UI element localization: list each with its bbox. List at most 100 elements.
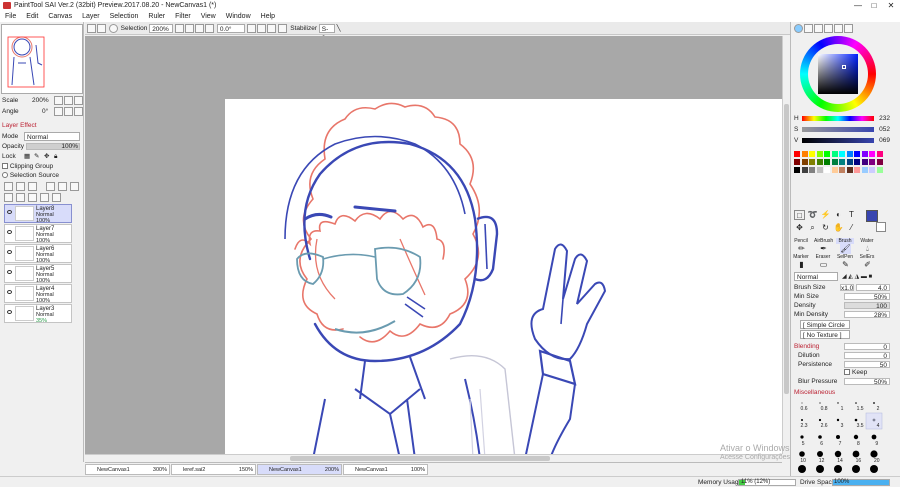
layer-properties-icon[interactable]: [52, 193, 61, 202]
color-palette[interactable]: [794, 151, 886, 196]
apply-mask-icon[interactable]: [16, 193, 25, 202]
water-icon[interactable]: 💧︎: [862, 244, 873, 254]
layer-item-layer3[interactable]: Layer3 Normal 35%: [4, 304, 72, 324]
palette-swatch[interactable]: [854, 159, 860, 165]
vertical-scrollbar[interactable]: [782, 36, 790, 454]
palette-swatch[interactable]: [794, 159, 800, 165]
palette-swatch[interactable]: [876, 159, 883, 165]
preset-size[interactable]: 2: [877, 406, 880, 412]
layer-item-layer6[interactable]: Layer6 Normal 100%: [4, 244, 72, 264]
stabilizer-field[interactable]: S-2: [318, 23, 335, 42]
palette-swatch[interactable]: [861, 167, 868, 173]
mode-select[interactable]: Normal: [24, 132, 80, 141]
zoom-icon[interactable]: ⌕: [807, 223, 818, 233]
brush-edge-icons[interactable]: ◢ ◭ ◮ ▬ ■: [842, 273, 872, 282]
palette-swatch[interactable]: [801, 151, 808, 157]
document-tab[interactable]: NewCanvas1 100%: [343, 464, 428, 475]
menu-filter[interactable]: Filter: [170, 11, 196, 22]
brush-shape-select[interactable]: [ Simple Circle ]: [800, 320, 850, 338]
horizontal-scrollbar[interactable]: [85, 454, 782, 462]
preset-size[interactable]: 14: [837, 458, 843, 464]
palette-swatch[interactable]: [839, 159, 845, 165]
lock-transparency-icon[interactable]: ▦: [24, 152, 30, 161]
angle-minus-icon[interactable]: [54, 107, 63, 116]
zoom-out-icon[interactable]: [175, 23, 184, 33]
scratchpad-tab[interactable]: [844, 24, 853, 33]
palette-swatch[interactable]: [831, 159, 838, 165]
dilution-value[interactable]: 0: [844, 352, 890, 360]
preset-size[interactable]: 3: [841, 423, 844, 429]
color-wheel[interactable]: [798, 36, 882, 112]
menu-window[interactable]: Window: [221, 11, 256, 22]
airbrush-icon[interactable]: ✒: [818, 244, 829, 254]
copy-layer-icon[interactable]: [28, 182, 37, 191]
palette-swatch[interactable]: [809, 151, 815, 157]
menu-canvas[interactable]: Canvas: [43, 11, 77, 22]
zoom-fit-icon[interactable]: [195, 23, 204, 33]
persistence-value[interactable]: 50: [844, 361, 890, 369]
palette-swatch[interactable]: [794, 151, 800, 157]
min-size-value[interactable]: 50%: [844, 293, 890, 301]
preset-size[interactable]: 20: [874, 458, 880, 464]
blur-pressure-value[interactable]: 50%: [844, 378, 890, 386]
palette-swatch[interactable]: [816, 167, 823, 173]
new-folder-icon[interactable]: [16, 182, 25, 191]
canvas-viewport[interactable]: [85, 36, 782, 454]
text-icon[interactable]: T: [846, 210, 857, 220]
magic-wand-icon[interactable]: ⚡: [820, 210, 831, 220]
visibility-eye-icon[interactable]: [7, 310, 12, 314]
palette-swatch[interactable]: [839, 151, 845, 157]
palette-swatch[interactable]: [876, 151, 883, 157]
secondary-color-swatch[interactable]: [876, 222, 886, 232]
vertical-scroll-thumb[interactable]: [784, 104, 789, 394]
palette-swatch[interactable]: [824, 167, 830, 173]
new-layer-icon[interactable]: [4, 182, 13, 191]
mask-layer-icon[interactable]: [4, 193, 13, 202]
palette-swatch[interactable]: [816, 151, 823, 157]
eraser-icon[interactable]: ▭: [818, 260, 829, 270]
flip-icon[interactable]: [278, 23, 288, 33]
marker-icon[interactable]: ▮: [796, 260, 807, 270]
selpen-icon[interactable]: ✎: [840, 260, 851, 270]
drawing-canvas[interactable]: [225, 99, 782, 454]
layer-item-layer7[interactable]: Layer7 Normal 100%: [4, 224, 72, 244]
keep-opacity-row[interactable]: Keep Opacity: [794, 368, 890, 385]
merge-down-icon[interactable]: [58, 182, 67, 191]
palette-swatch[interactable]: [876, 167, 883, 173]
palette-swatch[interactable]: [846, 159, 853, 165]
palette-swatch[interactable]: [794, 167, 800, 173]
saturation-value-square[interactable]: [818, 54, 858, 94]
preset-size[interactable]: 0.6: [801, 406, 808, 412]
lock-all-icon[interactable]: 🔒︎: [54, 152, 57, 161]
blend-mode-select[interactable]: Normal: [794, 272, 838, 281]
visibility-eye-icon[interactable]: [7, 270, 12, 274]
brush-size-value[interactable]: 4.0: [856, 284, 890, 292]
preset-size[interactable]: 8: [857, 441, 860, 447]
palette-swatch[interactable]: [831, 167, 838, 173]
menu-layer[interactable]: Layer: [77, 11, 105, 22]
angle-field[interactable]: 0.0°: [216, 23, 245, 33]
preset-size[interactable]: 6: [820, 441, 823, 447]
preset-size[interactable]: 12: [819, 458, 825, 464]
layer-item-layer4[interactable]: Layer4 Normal 100%: [4, 284, 72, 304]
zoom-field[interactable]: 200%: [149, 23, 174, 33]
rect-select-icon[interactable]: □: [794, 210, 805, 220]
scale-reset-icon[interactable]: [74, 96, 83, 105]
pencil-icon[interactable]: ✏: [796, 244, 807, 254]
brush-icon[interactable]: 🖌︎: [840, 244, 851, 254]
document-tab-active[interactable]: NewCanvas1 200%: [257, 464, 342, 475]
blending-value[interactable]: 0: [844, 343, 890, 351]
selection-source-radio[interactable]: [2, 172, 8, 179]
transfer-down-icon[interactable]: [46, 182, 55, 191]
palette-swatch[interactable]: [854, 167, 860, 173]
zoom-reset-icon[interactable]: [205, 23, 214, 33]
sv-cursor[interactable]: [842, 65, 846, 69]
miscellaneous-header[interactable]: Miscellaneous: [794, 389, 835, 396]
merge-visible-icon[interactable]: [28, 193, 37, 202]
close-button[interactable]: ✕: [883, 0, 899, 11]
layer-effect-header[interactable]: Layer Effect: [2, 121, 37, 130]
min-density-value[interactable]: 28%: [844, 311, 890, 319]
menu-selection[interactable]: Selection: [105, 11, 144, 22]
blending-header[interactable]: Blending: [794, 343, 819, 350]
palette-swatch[interactable]: [854, 151, 860, 157]
